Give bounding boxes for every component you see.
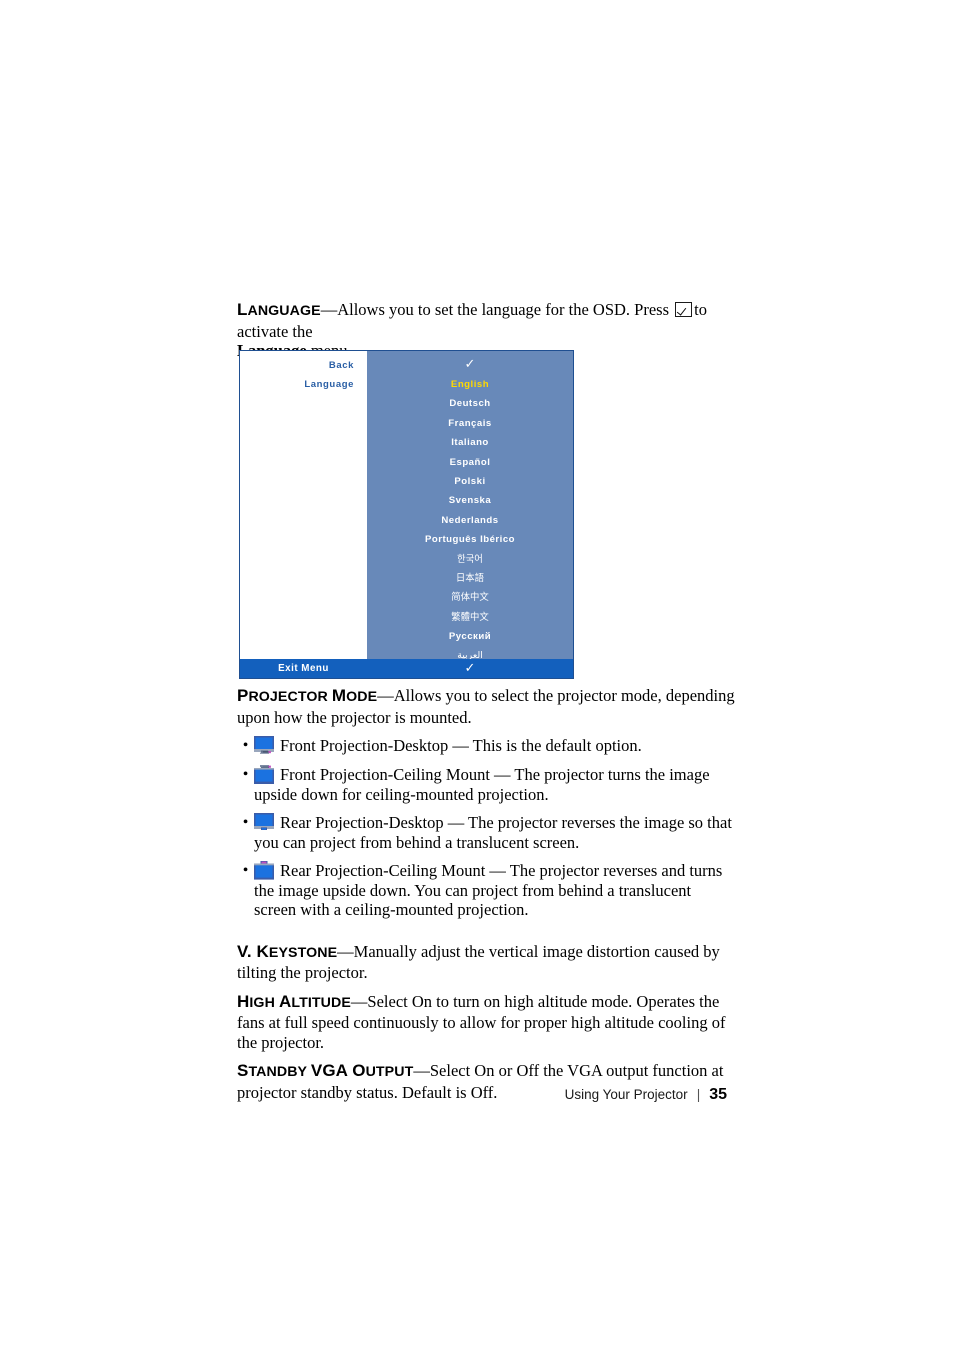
footer-section-label: Using Your Projector: [564, 1087, 688, 1102]
projector-mode-term-cap2: M: [331, 686, 347, 705]
v-keystone-term-rest: EYSTONE: [268, 944, 338, 961]
high-altitude-paragraph: HIGH ALTITUDE—Select On to turn on high …: [237, 992, 737, 1053]
osd-body: Back Language ✓ English Deutsch Français…: [240, 351, 573, 661]
projector-mode-term-cap: P: [237, 686, 249, 705]
front-projection-ceiling-icon: [254, 765, 274, 784]
list-item: • Rear Projection-Desktop — The projecto…: [237, 813, 737, 852]
osd-language-option-portugues-iberico[interactable]: Português Ibérico: [367, 530, 573, 549]
osd-language-option-korean[interactable]: 한국어: [367, 550, 573, 569]
language-term-cap: L: [237, 300, 248, 319]
list-item: • Front Projection-Ceiling Mount — The p…: [237, 765, 737, 804]
language-term-rest: ANGUAGE: [247, 303, 321, 319]
osd-menu-item-language[interactable]: Language: [240, 375, 365, 394]
high-altitude-term: HIGH ALTITUDE: [237, 991, 351, 1011]
lower-content: PROJECTOR MODE—Allows you to select the …: [237, 686, 737, 1102]
list-item-body: Front Projection-Ceiling Mount — The pro…: [254, 765, 737, 804]
osd-language-option-english[interactable]: English: [367, 375, 573, 394]
front-projection-desktop-icon: [254, 736, 274, 755]
list-item-text: Front Projection-Desktop — This is the d…: [280, 736, 642, 755]
list-item-text: Rear Projection-Desktop — The projector …: [254, 813, 732, 852]
projector-mode-options-list: • Front Projection-Desktop — This is the…: [237, 736, 737, 920]
rear-projection-desktop-icon: [254, 813, 274, 832]
list-item-body: Rear Projection-Ceiling Mount — The proj…: [254, 861, 737, 920]
osd-menu-item-back[interactable]: Back: [240, 356, 365, 375]
projector-mode-paragraph: PROJECTOR MODE—Allows you to select the …: [237, 686, 737, 727]
page-footer-inner: Using Your Projector | 35: [565, 1086, 727, 1104]
v-keystone-paragraph: V. KEYSTONE—Manually adjust the vertical…: [237, 942, 737, 983]
osd-left-panel: Back Language: [240, 351, 365, 659]
list-item-body: Front Projection-Desktop — This is the d…: [254, 736, 737, 756]
osd-language-option-simplified-chinese[interactable]: 简体中文: [367, 588, 573, 607]
v-keystone-term-cap-letter: K: [256, 941, 269, 961]
high-altitude-term-rest2: LTITUDE: [291, 994, 351, 1011]
list-item: • Rear Projection-Ceiling Mount — The pr…: [237, 861, 737, 920]
v-keystone-term: V. KEYSTONE: [237, 941, 338, 961]
high-altitude-term-cap: H: [237, 991, 250, 1011]
osd-language-option-svenska[interactable]: Svenska: [367, 491, 573, 510]
list-item-text: Front Projection-Ceiling Mount — The pro…: [254, 765, 710, 804]
standby-vga-term-rest: TANDBY: [248, 1064, 311, 1080]
rear-projection-ceiling-icon: [254, 861, 274, 880]
language-text-before: —Allows you to set the language for the …: [320, 300, 669, 319]
osd-language-list: ✓ English Deutsch Français Italiano Espa…: [367, 351, 573, 661]
osd-exit-check-icon[interactable]: ✓: [367, 661, 573, 676]
list-item-body: Rear Projection-Desktop — The projector …: [254, 813, 737, 852]
bullet-marker: •: [242, 814, 249, 831]
standby-vga-term-cap2: VGA O: [310, 1061, 366, 1080]
projector-mode-term-rest2: ODE: [346, 689, 378, 705]
bullet-marker: •: [242, 862, 249, 879]
osd-language-menu-screenshot: Back Language ✓ English Deutsch Français…: [239, 350, 574, 679]
osd-exit-menu-bar[interactable]: Exit Menu ✓: [240, 659, 573, 678]
page-number: 35: [709, 1086, 727, 1103]
enter-check-icon: [675, 302, 693, 317]
document-page: LANGUAGE—Allows you to set the language …: [0, 0, 954, 1351]
osd-language-option-italiano[interactable]: Italiano: [367, 433, 573, 452]
standby-vga-term: STANDBY VGA OUTPUT: [237, 1061, 414, 1080]
v-keystone-term-cap: V.: [237, 941, 257, 961]
osd-language-option-espanol[interactable]: Español: [367, 453, 573, 472]
bullet-marker: •: [242, 737, 249, 754]
osd-language-option-russian[interactable]: Русский: [367, 627, 573, 646]
osd-language-option-polski[interactable]: Polski: [367, 472, 573, 491]
osd-language-option-nederlands[interactable]: Nederlands: [367, 511, 573, 530]
list-item: • Front Projection-Desktop — This is the…: [237, 736, 737, 756]
standby-vga-term-rest2: UTPUT: [365, 1064, 414, 1080]
list-item-text: Rear Projection-Ceiling Mount — The proj…: [254, 861, 723, 919]
bullet-marker: •: [242, 766, 249, 783]
projector-mode-term-rest: ROJECTOR: [248, 689, 332, 705]
footer-separator: |: [696, 1087, 701, 1102]
osd-language-option-deutsch[interactable]: Deutsch: [367, 394, 573, 413]
projector-mode-term: PROJECTOR MODE: [237, 686, 378, 705]
standby-vga-term-cap: S: [237, 1061, 249, 1080]
osd-language-option-francais[interactable]: Français: [367, 414, 573, 433]
osd-language-option-japanese[interactable]: 日本語: [367, 569, 573, 588]
language-term: LANGUAGE: [237, 300, 321, 319]
osd-confirm-check-icon[interactable]: ✓: [367, 355, 573, 375]
osd-language-option-traditional-chinese[interactable]: 繁體中文: [367, 608, 573, 627]
high-altitude-term-rest: IGH: [249, 994, 279, 1011]
high-altitude-term-cap2: A: [278, 991, 292, 1011]
osd-exit-menu-label[interactable]: Exit Menu: [240, 663, 367, 674]
